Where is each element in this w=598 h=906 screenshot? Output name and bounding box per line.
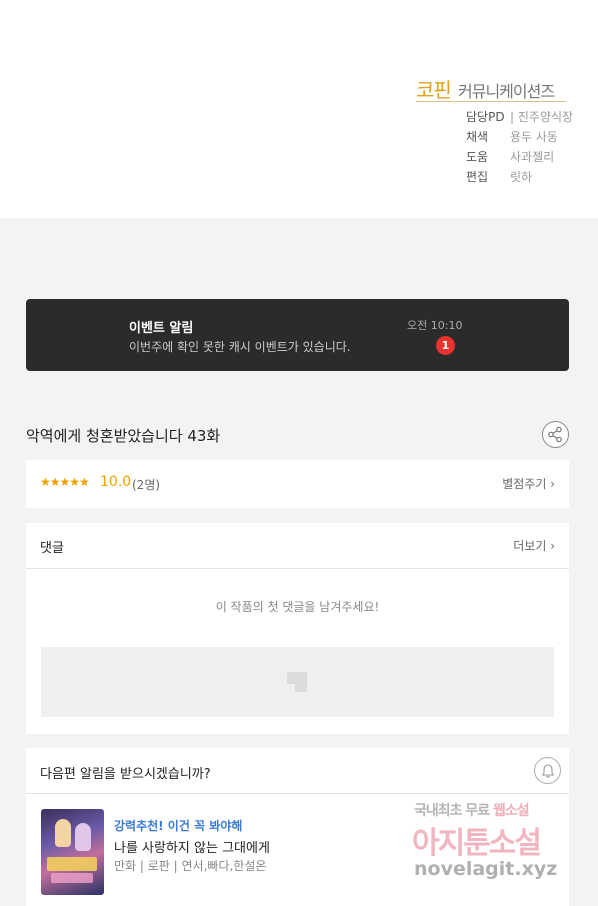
comments-header: 댓글 더보기 › bbox=[26, 523, 569, 569]
event-title: 이벤트 알림 bbox=[129, 321, 194, 336]
watermark-line2: 아지툰소설 bbox=[412, 826, 542, 861]
credit-row: 채색 용두 사동 bbox=[466, 128, 558, 145]
watermark-line1: 국내최초 무료 웹소설 bbox=[414, 800, 530, 820]
watermark-text: 국내최초 무료 bbox=[414, 803, 494, 819]
brand-main: 코핀 bbox=[416, 78, 452, 102]
comment-input-area[interactable] bbox=[41, 647, 554, 717]
credit-row: 편집 릿하 bbox=[466, 168, 532, 185]
brand-sub: 커뮤니케이션즈 bbox=[458, 82, 555, 101]
credit-name: 사과젤리 bbox=[510, 150, 555, 164]
credit-name: 용두 사동 bbox=[510, 130, 558, 144]
credit-name: 릿하 bbox=[510, 170, 533, 184]
credit-role: 담당PD bbox=[466, 110, 505, 124]
comments-card: 댓글 더보기 › 이 작품의 첫 댓글을 남겨주세요! bbox=[26, 523, 569, 734]
watermark-text: 웹소설 bbox=[493, 803, 530, 819]
credit-row: 도움 사과젤리 bbox=[466, 148, 554, 165]
recommendation-cover-image[interactable] bbox=[41, 809, 104, 895]
rating-count: (2명) bbox=[132, 478, 161, 492]
episode-title: 악역에게 청혼받았습니다 43화 bbox=[26, 427, 221, 445]
bell-icon bbox=[541, 764, 555, 778]
cover-title-art bbox=[51, 873, 93, 883]
watermark-line3: novelagit.xyz bbox=[414, 858, 558, 880]
more-comments-button[interactable]: 더보기 › bbox=[513, 537, 555, 554]
credits-section: 코핀 커뮤니케이션즈 담당PD | 진주양식장 채색 용두 사동 도움 사과젤리 편집… bbox=[0, 0, 598, 218]
empty-comments-message: 이 작품의 첫 댓글을 남겨주세요! bbox=[215, 600, 380, 614]
placeholder-icon bbox=[287, 672, 307, 692]
rating-card: ★★★★★ 10.0 (2명) 별점주기 › bbox=[26, 460, 569, 508]
recommendation-tag: 강력추천! 이건 꼭 봐야해 bbox=[114, 819, 243, 833]
share-icon bbox=[548, 426, 562, 443]
cover-figure bbox=[55, 819, 71, 847]
rating-score: 10.0 bbox=[100, 474, 132, 490]
alert-toggle-button[interactable] bbox=[534, 757, 561, 784]
alert-title: 다음편 알림을 받으시겠습니까? bbox=[40, 767, 211, 782]
cover-figure bbox=[75, 823, 91, 851]
event-description: 이번주에 확인 못한 캐시 이벤트가 있습니다. bbox=[129, 340, 351, 354]
rate-button[interactable]: 별점주기 › bbox=[502, 475, 555, 492]
credit-role: 편집 bbox=[466, 170, 489, 184]
site-watermark: 국내최초 무료 웹소설 아지툰소설 novelagit.xyz bbox=[412, 800, 592, 890]
event-time: 오전 10:10 bbox=[407, 319, 463, 332]
event-notification-banner[interactable]: 이벤트 알림 이번주에 확인 못한 캐시 이벤트가 있습니다. 오전 10:10… bbox=[26, 299, 569, 371]
credit-role: 도움 bbox=[466, 150, 489, 164]
star-rating-icon: ★★★★★ bbox=[40, 475, 90, 489]
recommendation-meta: 만화 | 로판 | 연서,빠다,한설온 bbox=[114, 859, 267, 873]
credit-role: 채색 bbox=[466, 130, 489, 144]
credit-row: 담당PD | 진주양식장 bbox=[466, 108, 573, 125]
cover-title-art bbox=[47, 857, 97, 871]
publisher-logo: 코핀 커뮤니케이션즈 bbox=[416, 74, 566, 102]
recommendation-title[interactable]: 나를 사랑하지 않는 그대에게 bbox=[114, 837, 270, 856]
event-count-badge: 1 bbox=[436, 336, 455, 355]
share-button[interactable] bbox=[542, 421, 569, 448]
comments-title: 댓글 bbox=[40, 541, 64, 556]
alert-header: 다음편 알림을 받으시겠습니까? bbox=[26, 748, 569, 794]
credit-name: | 진주양식장 bbox=[510, 110, 574, 124]
